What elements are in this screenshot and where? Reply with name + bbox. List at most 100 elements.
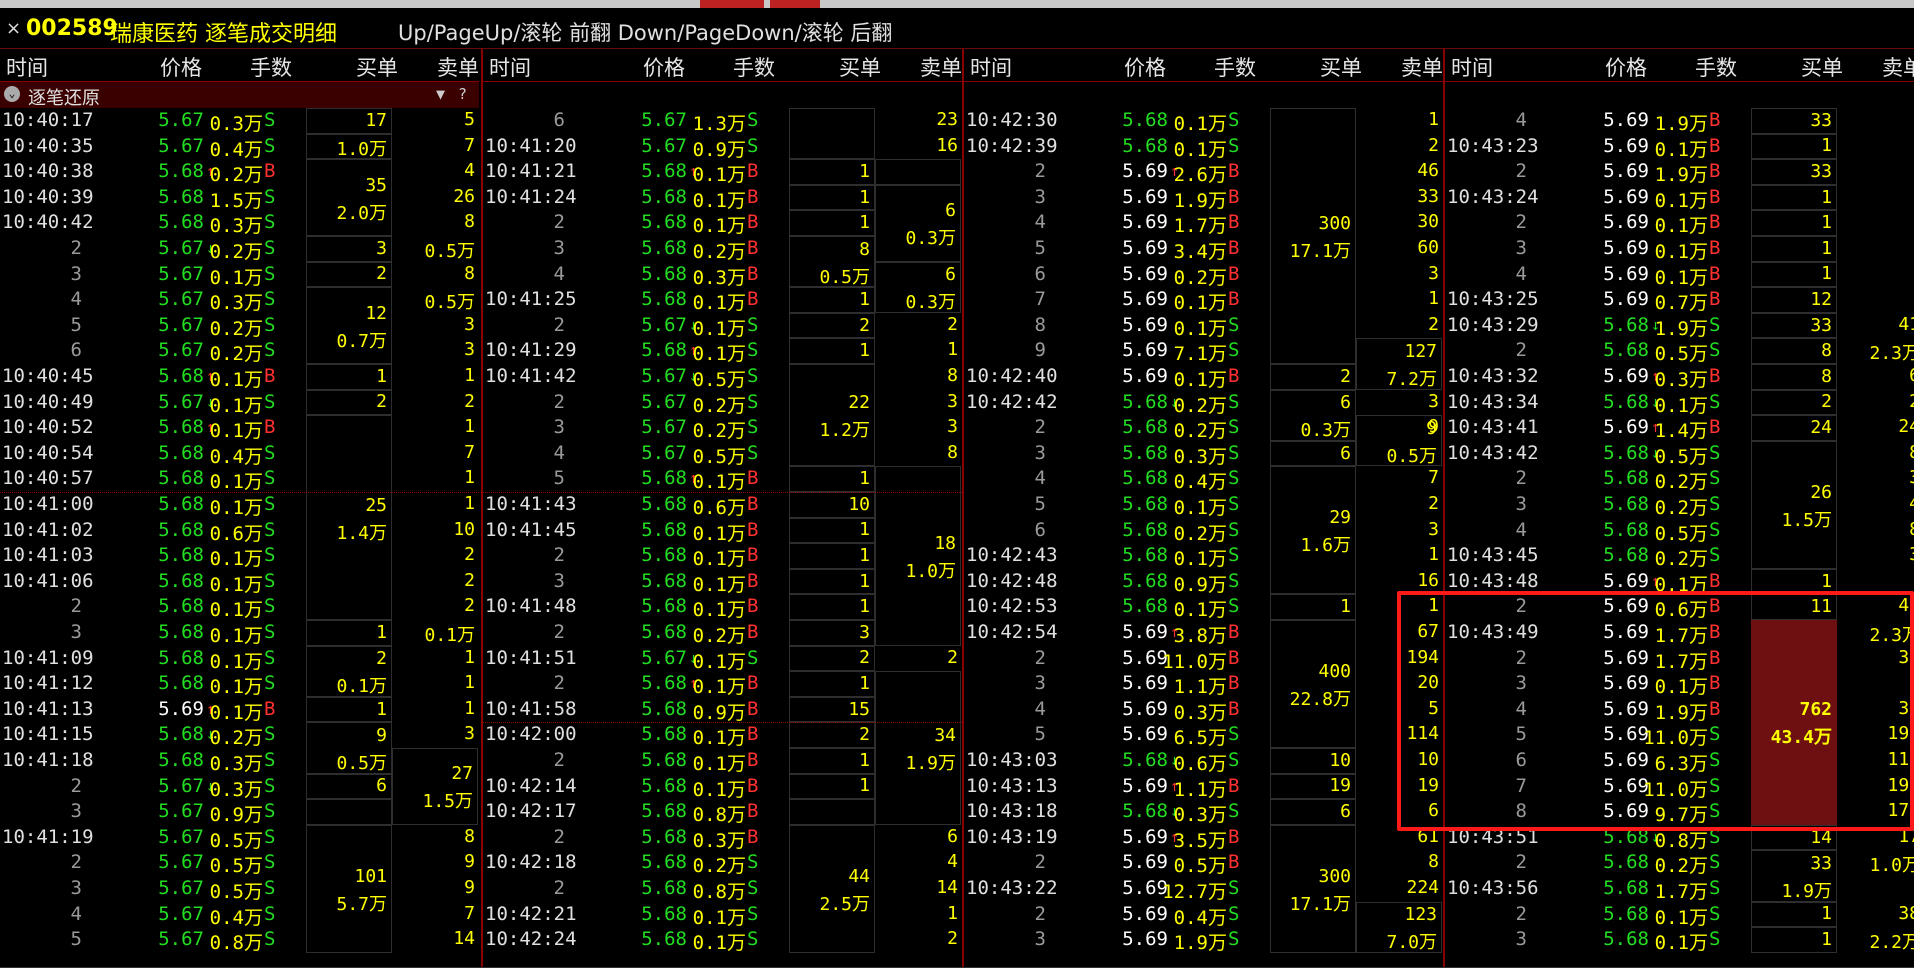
table-row[interactable]: 4 5.67 0.4万 S 7 (0, 902, 479, 929)
table-row[interactable]: 10:40:49 5.67 ↓ 0.1万 S 2 (0, 390, 479, 417)
table-row[interactable]: 10:41:42 5.67 ↓ 0.5万 S 8 (483, 364, 962, 391)
table-row[interactable]: 6 5.67 0.2万 S 3 (0, 338, 479, 365)
table-row[interactable]: 2 5.68 0.2万 S 9 (964, 415, 1443, 442)
table-row[interactable]: 10:43:425.68↓0.5万S8 (1445, 441, 1914, 468)
table-row[interactable]: 10:43:03 5.68 ↓ 0.6万 S 10 (964, 748, 1443, 775)
table-row[interactable]: 4 5.68 0.4万 S 7 (964, 466, 1443, 493)
table-row[interactable]: 10:43:45 5.680.2万S 3 (1445, 543, 1914, 570)
table-row[interactable]: 10:42:30 5.68 0.1万 S 1 (964, 108, 1443, 135)
table-row[interactable]: 10:41:15 5.68 ↓ 0.2万 S 3 (0, 722, 479, 749)
close-icon[interactable]: × (6, 18, 21, 39)
table-row[interactable]: 10:41:02 5.68 0.6万 S 10 (0, 518, 479, 545)
table-row[interactable]: 2 5.68 0.1万 B (483, 210, 962, 237)
table-row[interactable]: 4 5.69 0.3万 B 5 (964, 697, 1443, 724)
table-row[interactable]: 10:41:51 5.67 ↓ 0.1万 S 2 (483, 646, 962, 673)
table-row[interactable]: 10:43:415.69↑1.4万B24 (1445, 415, 1914, 442)
table-row[interactable]: 10:41:13 5.69 ↑ 0.1万 B 1 (0, 697, 479, 724)
table-row[interactable]: 2 5.69 11.0万 B 194 (964, 646, 1443, 673)
table-row[interactable]: 4 5.69 1.7万 B 30 (964, 210, 1443, 237)
table-row[interactable]: 3 5.680.2万S 4 (1445, 492, 1914, 519)
table-row[interactable]: 7 5.69 0.1万 B 1 (964, 287, 1443, 314)
table-row[interactable]: 10:43:24 5.69 0.1万 B (1445, 185, 1914, 212)
table-row[interactable]: 2 5.69 0.5万 B 8 (964, 850, 1443, 877)
table-row[interactable]: 3 5.69 1.1万 B 20 (964, 671, 1443, 698)
table-row[interactable]: 10:41:20 5.67 0.9万 S 16 (483, 134, 962, 161)
table-row[interactable]: 8 5.69 0.1万 S 2 (964, 313, 1443, 340)
table-row[interactable]: 10:42:54 5.69 ↑ 3.8万 B 67 (964, 620, 1443, 647)
table-row[interactable]: 10:43:18 5.68 ↓ 0.3万 S 6 (964, 799, 1443, 826)
filter-bar[interactable]: ⌄ 逐笔还原 ▼? (0, 82, 479, 109)
table-row[interactable]: 2 5.67 ↓ 0.2万 S 0.5万 (0, 236, 479, 263)
menu-tab-active[interactable] (700, 0, 764, 8)
table-row[interactable]: 10:41:12 5.68 0.1万 S 1 (0, 671, 479, 698)
table-row[interactable]: 10:41:25 5.68 0.1万 B (483, 287, 962, 314)
menu-tab[interactable] (770, 0, 820, 8)
table-row[interactable]: 3 5.68 0.1万 B (483, 569, 962, 596)
table-row[interactable]: 4 5.67 0.3万 S 0.5万 (0, 287, 479, 314)
table-row[interactable]: 2 5.680.2万S 3 (1445, 466, 1914, 493)
table-row[interactable]: 2 5.68 0.8万 S 14 (483, 876, 962, 903)
table-row[interactable]: 2 5.67 0.2万 S 3 (483, 390, 962, 417)
table-row[interactable]: 10:40:35 5.67 0.4万 S 7 (0, 134, 479, 161)
table-row[interactable]: 10:43:56 5.68 1.7万 S (1445, 876, 1914, 903)
table-row[interactable]: 3 5.67 0.9万 S (0, 799, 479, 826)
table-row[interactable]: 3 5.68 0.1万 S 2.2万 (1445, 927, 1914, 954)
table-row[interactable]: 10:42:39 5.68 0.1万 S 2 (964, 134, 1443, 161)
table-row[interactable]: 10:40:54 5.68 0.4万 S 7 (0, 441, 479, 468)
table-row[interactable]: 10:43:13 5.69 ↑ 1.1万 B 19 (964, 774, 1443, 801)
table-row[interactable]: 2 5.67 ↓ 0.3万 S (0, 774, 479, 801)
table-row[interactable]: 3 5.68 0.3万 S (964, 441, 1443, 468)
table-row[interactable]: 2 5.68 0.3万 B 6 (483, 825, 962, 852)
table-row[interactable]: 10:41:48 5.68 0.1万 B (483, 594, 962, 621)
table-row[interactable]: 10:41:45 5.68 0.1万 B (483, 518, 962, 545)
table-row[interactable]: 10:41:24 5.68 0.1万 B (483, 185, 962, 212)
table-row[interactable]: 10:41:18 5.68 0.3万 S (0, 748, 479, 775)
table-row[interactable]: 6 5.67 1.3万 S 23 (483, 108, 962, 135)
table-row[interactable]: 5 5.69 6.5万 S 114 (964, 722, 1443, 749)
table-row[interactable]: 10:40:57 5.68 0.1万 S 1 (0, 466, 479, 493)
table-row[interactable]: 10:41:29 5.68 ↑ 0.1万 S 1 (483, 338, 962, 365)
table-row[interactable]: 10:42:24 5.68 0.1万 S 2 (483, 927, 962, 954)
table-row[interactable]: 10:40:17 5.67 0.3万 S 5 (0, 108, 479, 135)
table-row[interactable]: 5 5.68 0.1万 S 2 (964, 492, 1443, 519)
table-row[interactable]: 2 5.69 ↑ 2.6万 B 46 (964, 159, 1443, 186)
table-row[interactable]: 3 5.69 1.9万 S (964, 927, 1443, 954)
table-row[interactable]: 10:41:03 5.68 0.1万 S 2 (0, 543, 479, 570)
table-row[interactable]: 4 5.68 0.3万 B (483, 262, 962, 289)
table-row[interactable]: 10:40:38 5.68 ↑ 0.2万 B 4 (0, 159, 479, 186)
table-row[interactable]: 10:42:18 5.68 0.2万 S 4 (483, 850, 962, 877)
filter-icon[interactable]: ▼ (436, 85, 445, 103)
table-row[interactable]: 2 5.68 0.1万 B (483, 543, 962, 570)
table-row[interactable]: 10:43:345.68↓0.1万S2 (1445, 390, 1914, 417)
table-row[interactable]: 10:43:295.68↓1.9万S41 (1445, 313, 1914, 340)
table-row[interactable]: 10:40:52 5.68 ↑ 0.1万 B 1 (0, 415, 479, 442)
table-row[interactable]: 3 5.69 1.9万 B 33 (964, 185, 1443, 212)
table-row[interactable]: 10:43:325.69↑0.3万B6 (1445, 364, 1914, 391)
table-row[interactable]: 4 5.69 0.1万 B (1445, 262, 1914, 289)
table-row[interactable]: 10:41:00 5.68 0.1万 S 1 (0, 492, 479, 519)
table-row[interactable]: 2 5.68 0.2万 S 1.0万 (1445, 850, 1914, 877)
table-row[interactable]: 10:43:22 5.69 12.7万 S 224 (964, 876, 1443, 903)
table-row[interactable]: 3 5.67 0.2万 S 3 (483, 415, 962, 442)
table-row[interactable]: 3 5.67 0.5万 S 9 (0, 876, 479, 903)
table-row[interactable]: 10:41:06 5.68 0.1万 S 2 (0, 569, 479, 596)
table-row[interactable]: 2 5.68 0.1万 B (483, 748, 962, 775)
help-icon[interactable]: ? (458, 85, 467, 103)
table-row[interactable]: 10:42:00 5.68 0.1万 B (483, 722, 962, 749)
table-row[interactable]: 10:43:19 5.69 ↑ 3.5万 B 61 (964, 825, 1443, 852)
table-row[interactable]: 4 5.69 1.9万 B (1445, 108, 1914, 135)
table-row[interactable]: 10:43:23 5.69 0.1万 B (1445, 134, 1914, 161)
table-row[interactable]: 10:42:43 5.68 0.1万 S 1 (964, 543, 1443, 570)
table-row[interactable]: 9 5.69 7.1万 S (964, 338, 1443, 365)
table-row[interactable]: 2 5.68 ↑ 0.1万 B (483, 671, 962, 698)
table-row[interactable]: 10:42:48 5.68 0.9万 S 16 (964, 569, 1443, 596)
chevron-down-icon[interactable]: ⌄ (4, 86, 20, 102)
table-row[interactable]: 10:42:21 5.68 0.1万 S 1 (483, 902, 962, 929)
table-row[interactable]: 5 5.69 3.4万 B 60 (964, 236, 1443, 263)
table-row[interactable]: 2 5.68 0.1万 S 2 (0, 594, 479, 621)
table-row[interactable]: 5 5.68 ↑ 0.1万 B (483, 466, 962, 493)
table-row[interactable]: 4 5.680.5万S 8 (1445, 518, 1914, 545)
table-row[interactable]: 10:42:42 5.68 ↓ 0.2万 S 3 (964, 390, 1443, 417)
table-row[interactable]: 10:42:53 5.68 0.1万 S 1 (964, 594, 1443, 621)
table-row[interactable]: 2 5.68 0.2万 B (483, 620, 962, 647)
